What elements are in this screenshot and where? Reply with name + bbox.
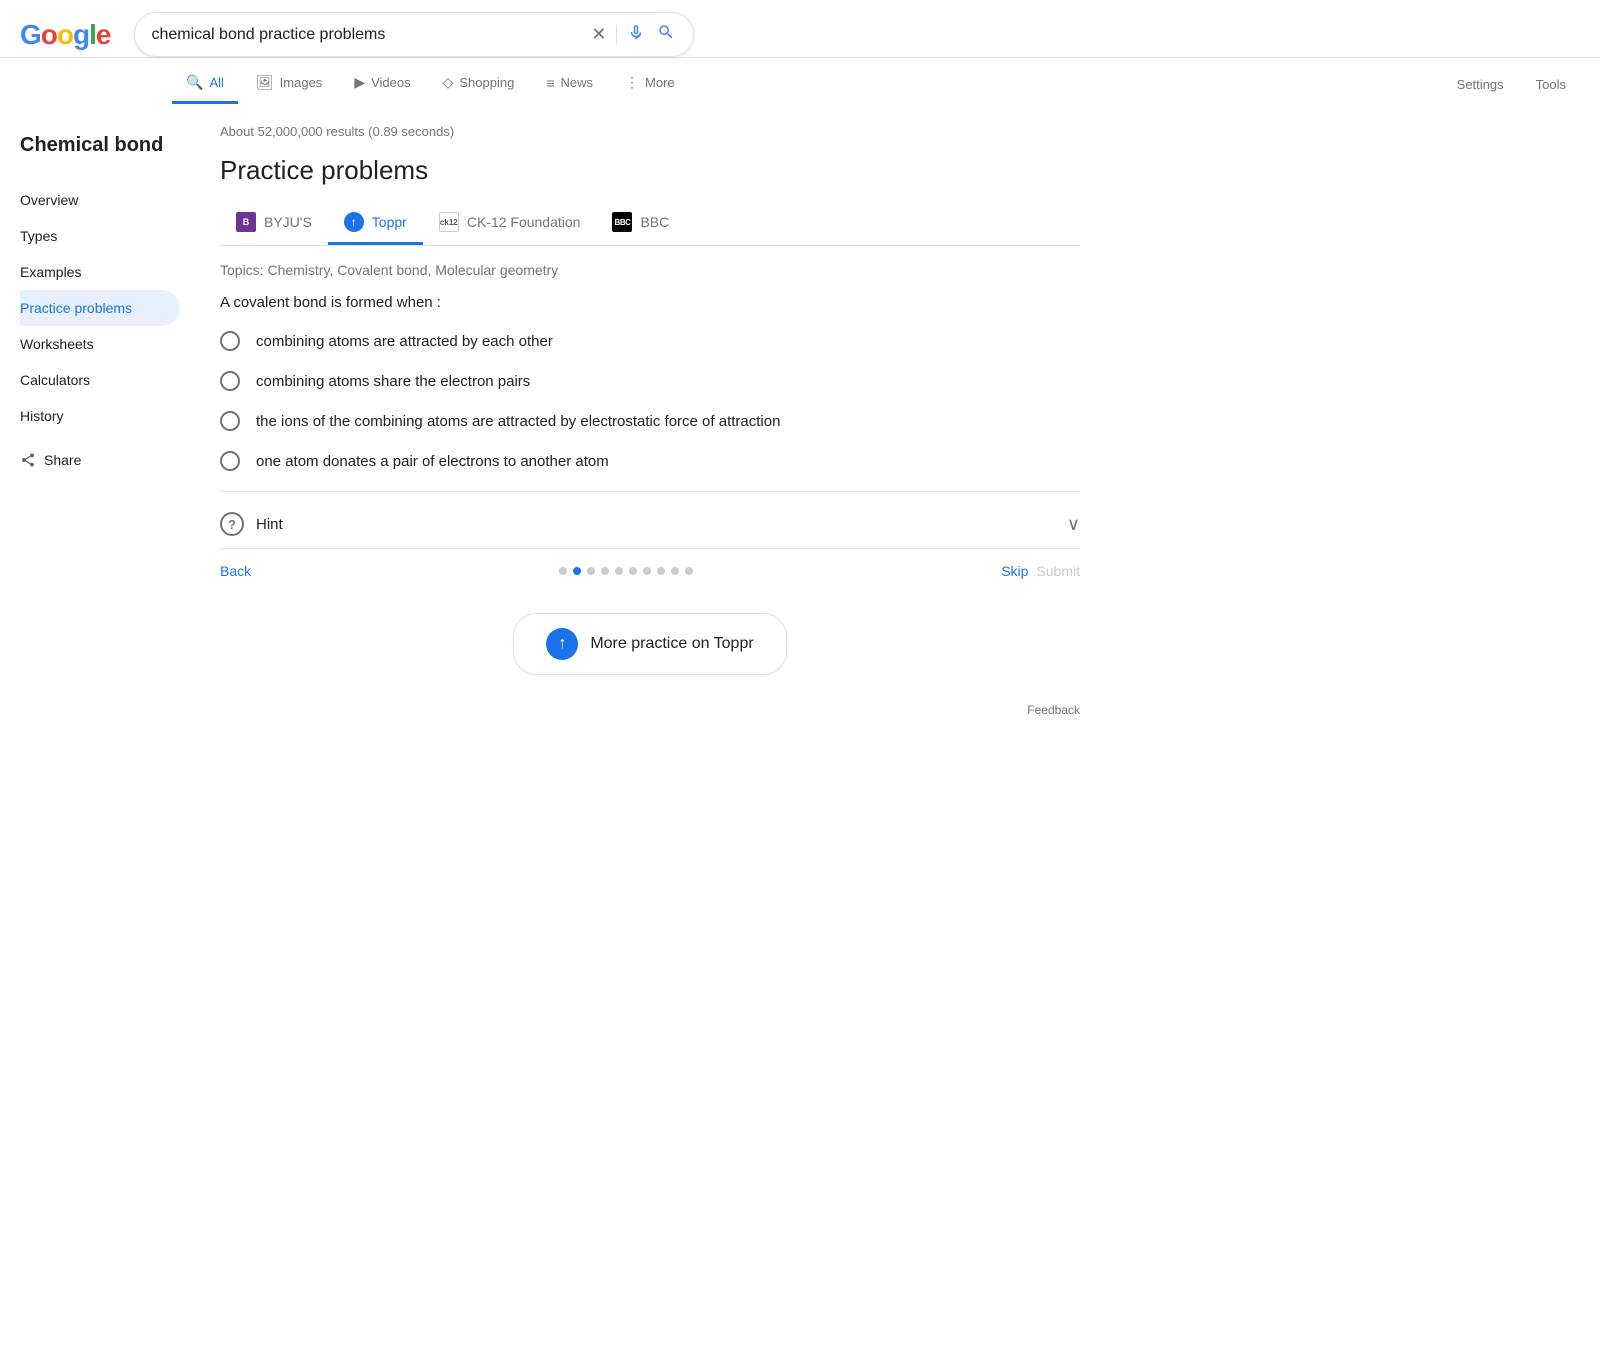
question-text: A covalent bond is formed when : bbox=[220, 294, 1080, 311]
sidebar-item-types[interactable]: Types bbox=[20, 218, 180, 254]
radio-d[interactable] bbox=[220, 451, 240, 471]
settings-link[interactable]: Settings bbox=[1443, 65, 1518, 102]
sidebar-item-calculators[interactable]: Calculators bbox=[20, 362, 180, 398]
videos-icon: ▶ bbox=[354, 74, 365, 91]
dot-4 bbox=[601, 567, 609, 575]
sidebar: Chemical bond Overview Types Examples Pr… bbox=[20, 124, 180, 733]
dot-2 bbox=[573, 567, 581, 575]
tab-videos[interactable]: ▶ Videos bbox=[340, 62, 424, 104]
option-d: one atom donates a pair of electrons to … bbox=[220, 451, 1080, 471]
main-content: Chemical bond Overview Types Examples Pr… bbox=[0, 104, 1600, 733]
feedback-link[interactable]: Feedback bbox=[220, 695, 1080, 733]
search-bar: ✕ bbox=[134, 12, 694, 57]
tab-more[interactable]: ⋮ More bbox=[611, 62, 689, 104]
option-b: combining atoms share the electron pairs bbox=[220, 371, 1080, 391]
dot-5 bbox=[615, 567, 623, 575]
share-button[interactable]: Share bbox=[20, 442, 180, 478]
sidebar-nav: Overview Types Examples Practice problem… bbox=[20, 182, 180, 434]
dot-9 bbox=[671, 567, 679, 575]
dot-6 bbox=[629, 567, 637, 575]
header: Google ✕ bbox=[0, 0, 1600, 58]
divider bbox=[616, 25, 617, 45]
sidebar-item-history[interactable]: History bbox=[20, 398, 180, 434]
toppr-logo: ↑ bbox=[546, 628, 578, 660]
byjus-icon: B bbox=[236, 212, 256, 232]
tab-images[interactable]: 🖼 Images bbox=[242, 62, 336, 104]
hint-icon: ? bbox=[220, 512, 244, 536]
source-tab-ck12[interactable]: ck12 CK-12 Foundation bbox=[423, 202, 597, 245]
topics: Topics: Chemistry, Covalent bond, Molecu… bbox=[220, 262, 1080, 278]
sidebar-item-examples[interactable]: Examples bbox=[20, 254, 180, 290]
hint-divider bbox=[220, 491, 1080, 492]
options-list: combining atoms are attracted by each ot… bbox=[220, 331, 1080, 471]
back-button[interactable]: Back bbox=[220, 563, 251, 579]
dot-1 bbox=[559, 567, 567, 575]
option-b-text: combining atoms share the electron pairs bbox=[256, 373, 530, 390]
hint-row[interactable]: ? Hint ∨ bbox=[220, 500, 1080, 548]
source-tab-toppr[interactable]: ↑ Toppr bbox=[328, 202, 423, 245]
dot-3 bbox=[587, 567, 595, 575]
source-tab-byjus[interactable]: B BYJU'S bbox=[220, 202, 328, 245]
radio-a[interactable] bbox=[220, 331, 240, 351]
search-icon: 🔍 bbox=[186, 74, 203, 91]
tools-link[interactable]: Tools bbox=[1522, 65, 1580, 102]
source-tabs: B BYJU'S ↑ Toppr ck12 CK-12 Foundation B… bbox=[220, 202, 1080, 246]
nav-dots bbox=[259, 567, 993, 575]
results-count: About 52,000,000 results (0.89 seconds) bbox=[220, 124, 1080, 139]
shopping-icon: ◇ bbox=[443, 74, 454, 91]
news-icon: ≡ bbox=[546, 75, 554, 91]
hint-chevron-icon: ∨ bbox=[1067, 514, 1080, 535]
sidebar-item-overview[interactable]: Overview bbox=[20, 182, 180, 218]
hint-label: Hint bbox=[256, 516, 1055, 533]
voice-search-button[interactable] bbox=[625, 21, 647, 48]
search-input[interactable] bbox=[151, 26, 581, 44]
source-tab-bbc[interactable]: BBC BBC bbox=[596, 202, 685, 245]
sidebar-item-practice-problems[interactable]: Practice problems bbox=[20, 290, 180, 326]
search-button[interactable] bbox=[655, 21, 677, 48]
nav-tabs: 🔍 All 🖼 Images ▶ Videos ◇ Shopping ≡ New… bbox=[0, 62, 1600, 104]
radio-c[interactable] bbox=[220, 411, 240, 431]
tab-news[interactable]: ≡ News bbox=[532, 63, 607, 104]
sidebar-title: Chemical bond bbox=[20, 132, 180, 158]
option-a: combining atoms are attracted by each ot… bbox=[220, 331, 1080, 351]
more-practice-wrapper: ↑ More practice on Toppr bbox=[220, 593, 1080, 695]
question-nav-bar: Back Skip Submit bbox=[220, 548, 1080, 593]
dot-10 bbox=[685, 567, 693, 575]
tab-all[interactable]: 🔍 All bbox=[172, 62, 238, 104]
option-a-text: combining atoms are attracted by each ot… bbox=[256, 333, 553, 350]
more-practice-button[interactable]: ↑ More practice on Toppr bbox=[513, 613, 786, 675]
google-logo: Google bbox=[20, 19, 110, 51]
images-icon: 🖼 bbox=[256, 74, 274, 91]
radio-b[interactable] bbox=[220, 371, 240, 391]
share-label: Share bbox=[44, 452, 81, 468]
dot-8 bbox=[657, 567, 665, 575]
skip-button[interactable]: Skip bbox=[1001, 563, 1028, 579]
content-area: About 52,000,000 results (0.89 seconds) … bbox=[180, 124, 1080, 733]
option-c: the ions of the combining atoms are attr… bbox=[220, 411, 1080, 431]
more-practice-label: More practice on Toppr bbox=[590, 635, 753, 653]
tab-shopping[interactable]: ◇ Shopping bbox=[429, 62, 529, 104]
practice-title: Practice problems bbox=[220, 155, 1080, 186]
clear-button[interactable]: ✕ bbox=[589, 22, 608, 47]
sidebar-item-worksheets[interactable]: Worksheets bbox=[20, 326, 180, 362]
option-c-text: the ions of the combining atoms are attr… bbox=[256, 413, 780, 430]
dot-7 bbox=[643, 567, 651, 575]
bbc-icon: BBC bbox=[612, 212, 632, 232]
toppr-icon: ↑ bbox=[344, 212, 364, 232]
more-icon: ⋮ bbox=[625, 74, 639, 91]
submit-button[interactable]: Submit bbox=[1036, 563, 1080, 579]
option-d-text: one atom donates a pair of electrons to … bbox=[256, 453, 609, 470]
ck12-icon: ck12 bbox=[439, 212, 459, 232]
